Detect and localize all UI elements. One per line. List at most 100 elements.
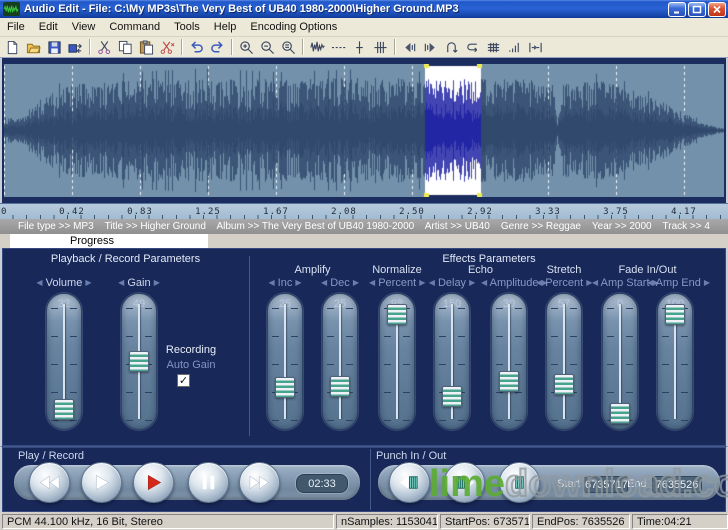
title-bar[interactable]: Audio Edit - File: C:\My MP3s\The Very B… bbox=[0, 0, 728, 18]
loop-icon[interactable] bbox=[462, 38, 483, 57]
play-selection-button[interactable] bbox=[499, 462, 540, 503]
grid-view-icon[interactable] bbox=[483, 38, 504, 57]
menu-edit[interactable]: Edit bbox=[32, 20, 65, 34]
slider-dec-arrow[interactable]: ◀ bbox=[429, 278, 435, 287]
new-file-icon[interactable] bbox=[2, 38, 23, 57]
effect-group-echo: Echo bbox=[468, 264, 493, 276]
redo-icon[interactable] bbox=[207, 38, 228, 57]
slider-ticks-right bbox=[346, 308, 353, 421]
record-button[interactable] bbox=[133, 462, 174, 503]
slider-gain: ◀ Gain ▶49 bbox=[111, 277, 167, 430]
slider-percent: ◀ Percent ▶ 98 bbox=[369, 277, 425, 430]
auto-gain-checkbox[interactable]: ✓ bbox=[177, 374, 190, 387]
start-position-field[interactable]: 6735717 bbox=[584, 476, 628, 493]
waveform-panel[interactable] bbox=[0, 58, 728, 203]
slider-track[interactable]: 49 bbox=[121, 293, 157, 430]
zoom-fit-icon[interactable] bbox=[278, 38, 299, 57]
status-panel-2: StartPos: 6735717 bbox=[440, 514, 530, 529]
slider-thumb[interactable] bbox=[554, 374, 574, 395]
slider-thumb[interactable] bbox=[330, 376, 350, 397]
play-forward-icon[interactable] bbox=[420, 38, 441, 57]
slider-dec-arrow[interactable]: ◀ bbox=[536, 278, 542, 287]
timeline-ruler[interactable]: 00.420.831.251.672.082.502.923.333.754.1… bbox=[0, 203, 728, 219]
slider-inc-arrow[interactable]: ▶ bbox=[295, 278, 301, 287]
slider-track[interactable]: 57 bbox=[546, 293, 582, 430]
slider-track[interactable]: 25 bbox=[267, 293, 303, 430]
slider-track[interactable]: 150 bbox=[434, 293, 470, 430]
slider-thumb[interactable] bbox=[275, 377, 295, 398]
slider-track[interactable]: 98 bbox=[379, 293, 415, 430]
volume-meter-icon[interactable] bbox=[504, 38, 525, 57]
slider-thumb[interactable] bbox=[442, 386, 462, 407]
waveform-canvas[interactable] bbox=[4, 64, 724, 197]
menu-tools[interactable]: Tools bbox=[167, 20, 207, 34]
status-panel-1: nSamples: 11530415 bbox=[336, 514, 438, 529]
menu-file[interactable]: File bbox=[0, 20, 32, 34]
slider-thumb[interactable] bbox=[54, 399, 74, 420]
menu-command[interactable]: Command bbox=[102, 20, 167, 34]
play-record-label: Play / Record bbox=[18, 450, 84, 462]
slider-thumb[interactable] bbox=[665, 304, 685, 325]
invert-u-icon[interactable] bbox=[441, 38, 462, 57]
slider-label: ◀ Delay ▶ bbox=[424, 277, 480, 291]
paste-icon[interactable] bbox=[136, 38, 157, 57]
cut-icon[interactable] bbox=[94, 38, 115, 57]
slider-ticks-right bbox=[291, 308, 298, 421]
selection-span-icon[interactable] bbox=[525, 38, 546, 57]
convert-file-icon[interactable] bbox=[65, 38, 86, 57]
slider-inc-arrow[interactable]: ▶ bbox=[85, 278, 91, 287]
slider-thumb[interactable] bbox=[387, 304, 407, 325]
silence-icon[interactable] bbox=[328, 38, 349, 57]
slider-label: ◀ Percent ▶ bbox=[369, 277, 425, 291]
slider-inc-arrow[interactable]: ▶ bbox=[353, 278, 359, 287]
rewind-button[interactable] bbox=[29, 462, 70, 503]
slider-inc-arrow[interactable]: ▶ bbox=[704, 278, 710, 287]
effects-area: Amplify◀ Inc ▶25◀ Dec ▶25Normalize◀ Perc… bbox=[252, 248, 726, 446]
slider-dec-arrow[interactable]: ◀ bbox=[118, 278, 124, 287]
slider-track[interactable]: 30 bbox=[491, 293, 527, 430]
menu-encoding-options[interactable]: Encoding Options bbox=[243, 20, 344, 34]
minimize-button[interactable] bbox=[668, 2, 686, 17]
play-reverse-icon[interactable] bbox=[399, 38, 420, 57]
slider-dec-arrow[interactable]: ◀ bbox=[369, 278, 375, 287]
marker-lines-icon[interactable] bbox=[370, 38, 391, 57]
slider-track[interactable]: 0 bbox=[602, 293, 638, 430]
fast-forward-button[interactable] bbox=[239, 462, 280, 503]
pause-button[interactable] bbox=[188, 462, 229, 503]
play-button[interactable] bbox=[81, 462, 122, 503]
slider-dec-arrow[interactable]: ◀ bbox=[36, 278, 42, 287]
slider-dec-arrow[interactable]: ◀ bbox=[481, 278, 487, 287]
menu-view[interactable]: View bbox=[65, 20, 103, 34]
punch-out-button[interactable] bbox=[444, 462, 485, 503]
close-button[interactable] bbox=[708, 2, 726, 17]
maximize-button[interactable] bbox=[688, 2, 706, 17]
slider-dec-arrow[interactable]: ◀ bbox=[592, 278, 598, 287]
delete-selection-icon[interactable] bbox=[157, 38, 178, 57]
waveform-view-icon[interactable] bbox=[307, 38, 328, 57]
slider-label: ◀ Percent ▶ bbox=[536, 277, 592, 291]
slider-track[interactable]: 32 bbox=[46, 293, 82, 430]
slider-inc-arrow[interactable]: ▶ bbox=[469, 278, 475, 287]
undo-icon[interactable] bbox=[186, 38, 207, 57]
zoom-out-icon[interactable] bbox=[257, 38, 278, 57]
slider-thumb[interactable] bbox=[610, 403, 630, 424]
save-file-icon[interactable] bbox=[44, 38, 65, 57]
slider-dec-arrow[interactable]: ◀ bbox=[647, 278, 653, 287]
slider-track[interactable]: 100 bbox=[657, 293, 693, 430]
slider-thumb[interactable] bbox=[499, 371, 519, 392]
end-position-field[interactable]: 7635526 bbox=[652, 476, 702, 493]
open-file-icon[interactable] bbox=[23, 38, 44, 57]
slider-delay: ◀ Delay ▶ 150 bbox=[424, 277, 480, 430]
slider-track[interactable]: 25 bbox=[322, 293, 358, 430]
punch-in-button[interactable] bbox=[389, 462, 430, 503]
zoom-in-icon[interactable] bbox=[236, 38, 257, 57]
slider-rail bbox=[339, 304, 341, 419]
copy-icon[interactable] bbox=[115, 38, 136, 57]
menu-help[interactable]: Help bbox=[207, 20, 244, 34]
insert-marker-icon[interactable] bbox=[349, 38, 370, 57]
slider-inc-arrow[interactable]: ▶ bbox=[154, 278, 160, 287]
slider-dec-arrow[interactable]: ◀ bbox=[321, 278, 327, 287]
slider-dec-arrow[interactable]: ◀ bbox=[268, 278, 274, 287]
slider-amp-end: ◀ Amp End ▶100 bbox=[647, 277, 703, 430]
slider-thumb[interactable] bbox=[129, 351, 149, 372]
